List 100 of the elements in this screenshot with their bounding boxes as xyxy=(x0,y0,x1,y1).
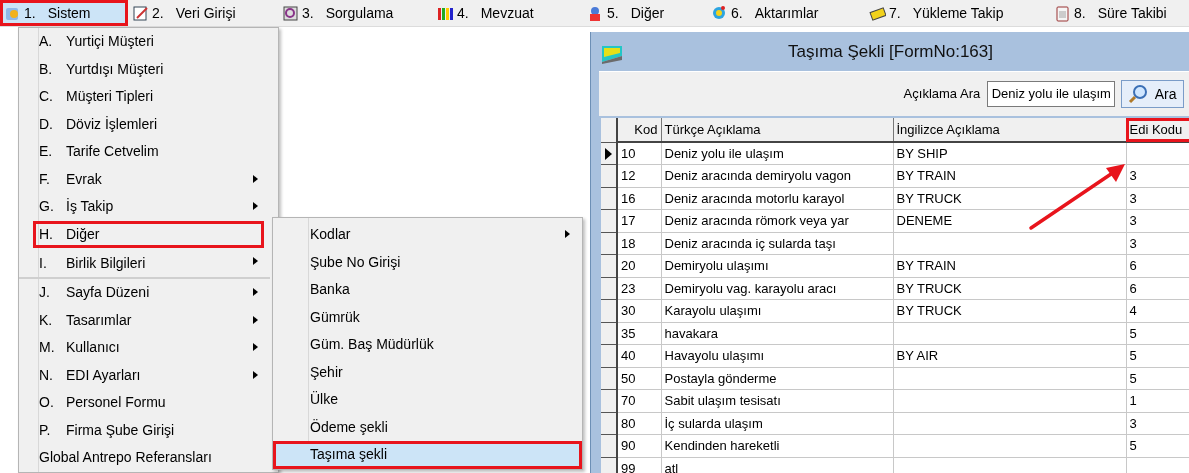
table-cell: 5 xyxy=(1126,367,1189,390)
menu-item[interactable]: I. Birlik Bilgileri xyxy=(19,248,270,279)
menu-bar-item[interactable]: 1. Sistem xyxy=(0,0,128,26)
menu-item[interactable]: E. Tarife Cetvelim xyxy=(19,138,270,166)
menu-bar-item[interactable]: 4. Mevzuat xyxy=(433,0,583,26)
submenu-item[interactable]: Şube No Girişi xyxy=(273,248,582,276)
table-cell: 30 xyxy=(617,299,661,322)
table-cell: BY TRUCK xyxy=(893,299,1126,322)
menu-item[interactable]: A. Yurtiçi Müşteri xyxy=(19,28,270,56)
table-cell: 99 xyxy=(617,457,661,473)
submenu-item[interactable]: Şehir xyxy=(273,358,582,386)
table-cell: 6 xyxy=(1126,254,1189,277)
menu-bar-item[interactable]: 5. Diğer xyxy=(583,0,707,26)
menu-item[interactable]: F. Evrak xyxy=(19,165,270,193)
table-cell: havakara xyxy=(661,322,893,345)
table-cell: BY TRAIN xyxy=(893,254,1126,277)
submenu-arrow-icon xyxy=(253,343,258,351)
table-cell: 5 xyxy=(1126,344,1189,367)
submenu-item[interactable]: Banka xyxy=(273,276,582,304)
row-indicator[interactable] xyxy=(601,389,617,412)
table-cell: Deniz aracında demiryolu vagon xyxy=(661,164,893,187)
search-label: Açıklama Ara xyxy=(903,85,981,104)
table-cell: 50 xyxy=(617,367,661,390)
table-cell: BY TRUCK xyxy=(893,187,1126,210)
row-indicator[interactable] xyxy=(601,412,617,435)
menu-item[interactable]: G. İş Takip xyxy=(19,193,270,221)
pen-paper-icon xyxy=(132,4,149,22)
table-cell: 40 xyxy=(617,344,661,367)
submenu-arrow-icon xyxy=(253,288,258,296)
submenu-item[interactable]: Kodlar xyxy=(273,221,582,249)
table-cell: BY SHIP xyxy=(893,142,1126,165)
menu-bar-item[interactable]: 6. Aktarımlar xyxy=(707,0,865,26)
submenu-arrow-icon xyxy=(253,202,258,210)
menu-item[interactable]: K. Tasarımlar xyxy=(19,306,270,334)
table-cell: 12 xyxy=(617,164,661,187)
menu-item[interactable]: B. Yurtdışı Müşteri xyxy=(19,55,270,83)
row-indicator[interactable] xyxy=(601,367,617,390)
table-cell: Demiryolu ulaşımı xyxy=(661,254,893,277)
table-cell: 3 xyxy=(1126,164,1189,187)
column-header[interactable]: Edi Kodu xyxy=(1126,118,1189,142)
table-cell: 3 xyxy=(1126,209,1189,232)
submenu-arrow-icon xyxy=(253,174,258,183)
column-header[interactable]: Türkçe Açıklama xyxy=(661,118,893,142)
table-cell: 6 xyxy=(1126,277,1189,300)
table-cell: 70 xyxy=(617,389,661,412)
submenu-item[interactable]: Ülke xyxy=(273,386,582,414)
row-indicator[interactable] xyxy=(601,344,617,367)
table-cell: 4 xyxy=(1126,299,1189,322)
submenu-item[interactable]: Ödeme şekli xyxy=(273,413,582,441)
row-indicator[interactable] xyxy=(601,232,617,255)
search-field[interactable]: Deniz yolu ile ulaşım xyxy=(986,81,1115,107)
submenu-item[interactable]: Güm. Baş Müdürlük xyxy=(273,331,582,359)
row-indicator[interactable] xyxy=(601,277,617,300)
submenu-item[interactable]: Taşıma şekli xyxy=(273,441,582,469)
row-indicator[interactable] xyxy=(601,209,617,232)
menu-item[interactable]: N. EDI Ayarları xyxy=(19,361,270,389)
submenu-arrow-icon xyxy=(565,230,570,238)
menu-bar-item[interactable]: 2. Veri Girişi xyxy=(128,0,278,26)
row-indicator[interactable] xyxy=(601,187,617,210)
menu-item[interactable]: Global Antrepo Referansları xyxy=(19,444,270,472)
column-header[interactable]: Kod xyxy=(617,118,661,142)
submenu-arrow-icon xyxy=(253,315,258,324)
table-cell: İç sularda ulaşım xyxy=(661,412,893,435)
table-cell: Havayolu ulaşımı xyxy=(661,344,893,367)
window-title: Taşıma Şekli [FormNo:163] xyxy=(788,40,993,63)
menu-item[interactable]: P. Firma Şube Girişi xyxy=(19,416,270,444)
table-cell: BY TRUCK xyxy=(893,277,1126,300)
row-indicator[interactable] xyxy=(601,142,617,165)
row-indicator[interactable] xyxy=(601,299,617,322)
search-button[interactable]: Ara xyxy=(1121,80,1184,108)
row-indicator[interactable] xyxy=(601,434,617,457)
row-indicator[interactable] xyxy=(601,254,617,277)
submenu-arrow-icon xyxy=(253,370,258,379)
table-cell: 16 xyxy=(617,187,661,210)
row-indicator[interactable] xyxy=(601,164,617,187)
row-indicator[interactable] xyxy=(601,322,617,345)
table-cell: Postayla gönderme xyxy=(661,367,893,390)
table-cell: atl xyxy=(661,457,893,473)
search-icon xyxy=(1128,84,1149,104)
table-cell: 3 xyxy=(1126,187,1189,210)
menu-item[interactable]: H. Diğer xyxy=(33,220,264,248)
menu-item[interactable]: C. Müşteri Tipleri xyxy=(19,83,270,111)
menu-item[interactable]: M. Kullanıcı xyxy=(19,334,270,362)
table-cell: Kendinden hareketli xyxy=(661,434,893,457)
table-cell: DENEME xyxy=(893,209,1126,232)
table-cell: Deniz aracında motorlu karayol xyxy=(661,187,893,210)
row-indicator-header xyxy=(601,118,617,142)
menu-bar-item[interactable]: 3. Sorgulama xyxy=(278,0,433,26)
menu-bar-item[interactable]: 8. Süre Takibi xyxy=(1050,0,1184,26)
column-header[interactable]: İngilizce Açıklama xyxy=(893,118,1126,142)
menu-item[interactable]: O. Personel Formu xyxy=(19,389,270,417)
table-cell: 80 xyxy=(617,412,661,435)
table-cell: 23 xyxy=(617,277,661,300)
table-cell: 35 xyxy=(617,322,661,345)
submenu-item[interactable]: Gümrük xyxy=(273,303,582,331)
menu-item[interactable]: D. Döviz İşlemleri xyxy=(19,110,270,138)
menu-bar-item[interactable]: 7. Yükleme Takip xyxy=(865,0,1050,26)
table-cell: 3 xyxy=(1126,412,1189,435)
table-cell: Sabit ulaşım tesisatı xyxy=(661,389,893,412)
menu-item[interactable]: J. Sayfa Düzeni xyxy=(19,279,270,307)
